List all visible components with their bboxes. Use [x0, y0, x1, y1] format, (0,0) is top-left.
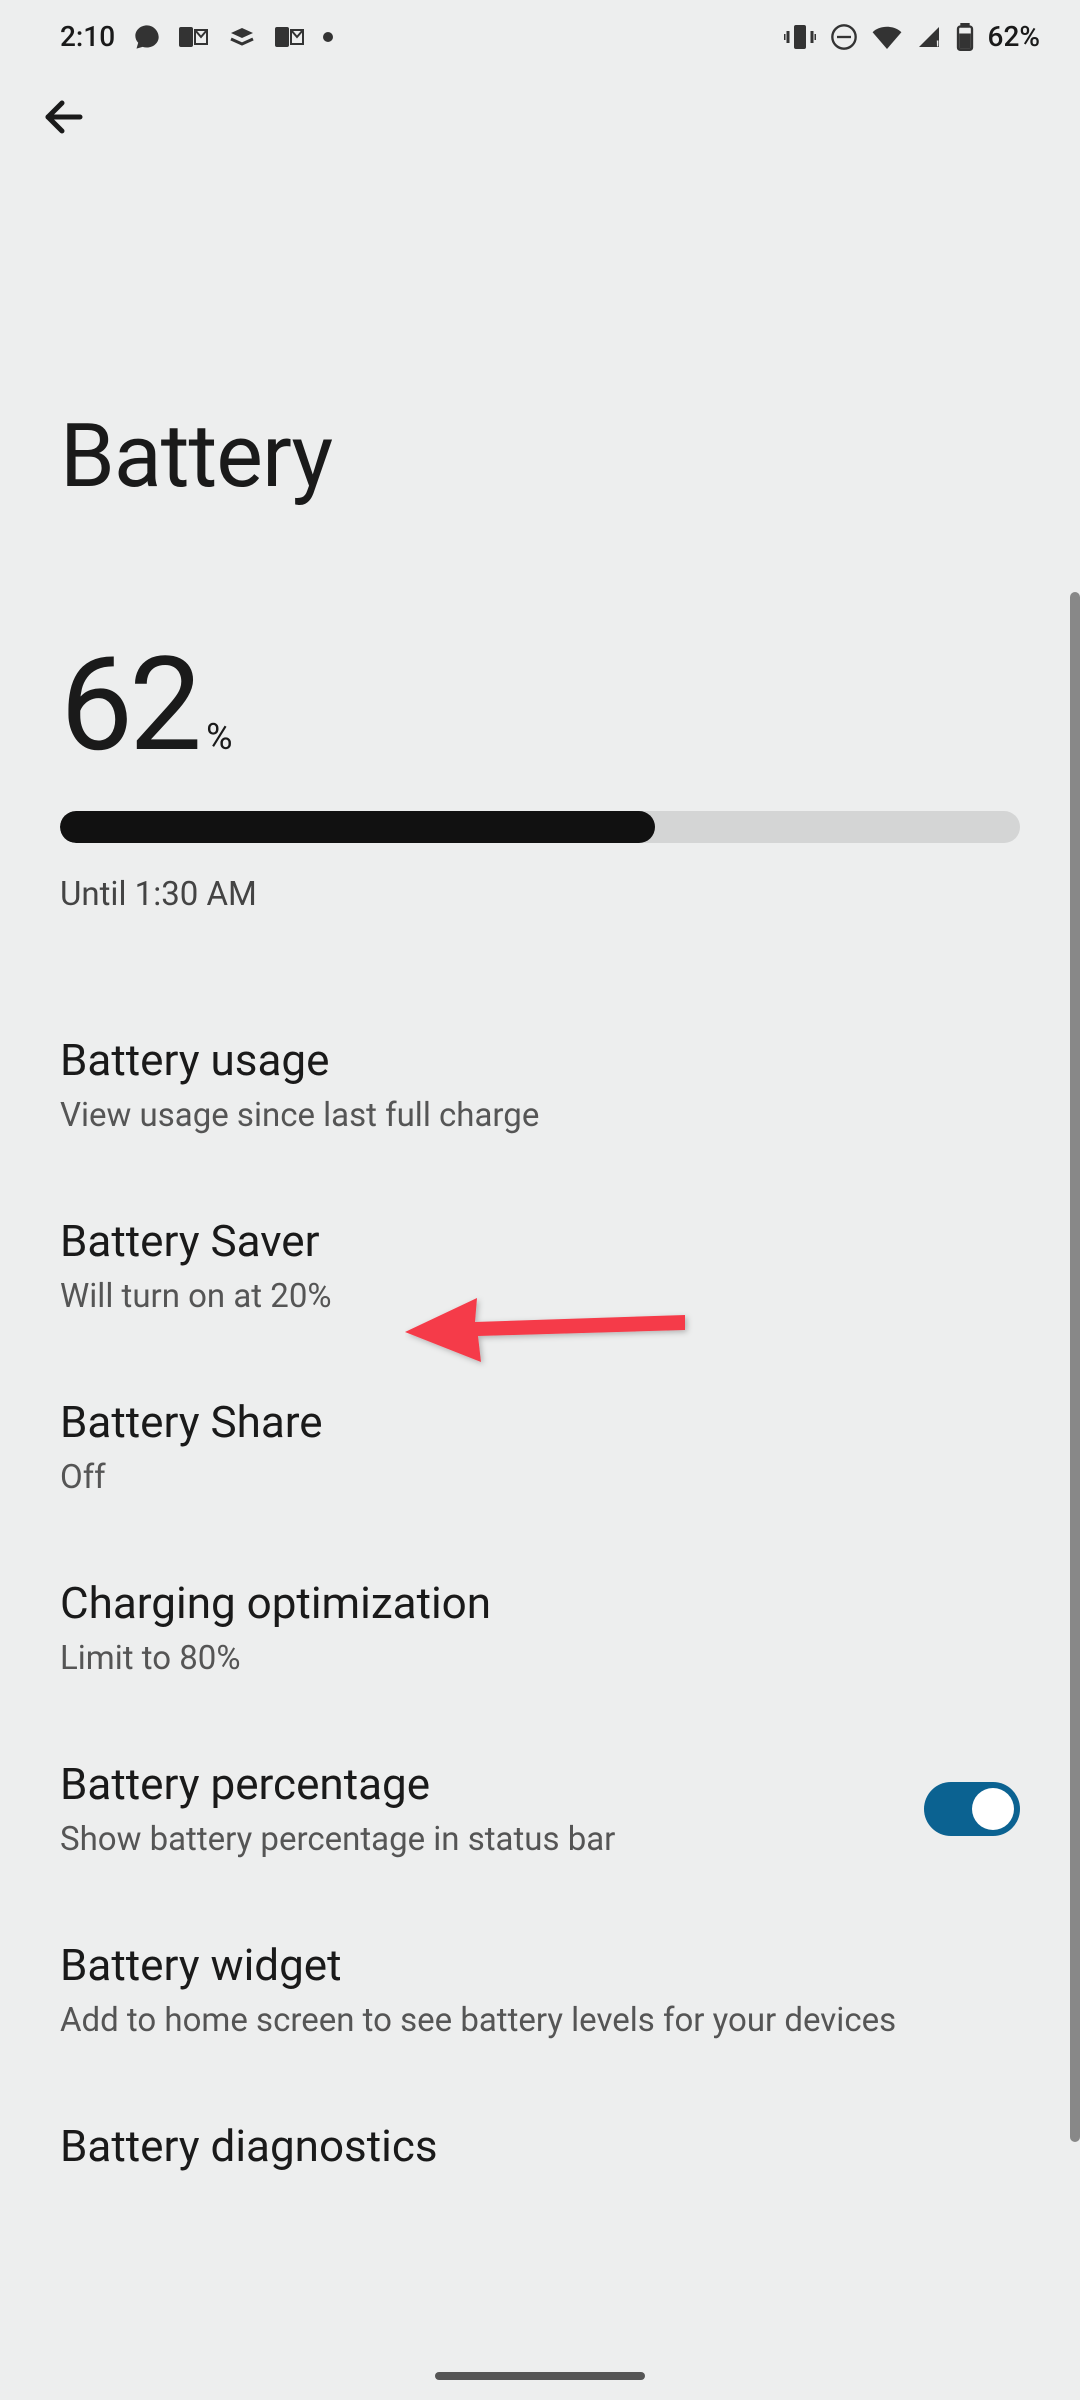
setting-title: Battery Share: [60, 1396, 1020, 1448]
status-bar: 2:10 ! 62%: [0, 0, 1080, 63]
setting-subtitle: Show battery percentage in status bar: [60, 1820, 924, 1859]
setting-title: Battery percentage: [60, 1758, 924, 1810]
outlook-icon-2: [275, 25, 305, 49]
app-icon-1: [227, 25, 257, 49]
status-time: 2:10: [60, 20, 115, 53]
page-title: Battery: [60, 405, 1020, 508]
setting-battery-widget[interactable]: Battery widget Add to home screen to see…: [60, 1899, 1020, 2080]
back-button[interactable]: [0, 63, 88, 145]
setting-subtitle: Limit to 80%: [60, 1639, 1020, 1678]
battery-value: 62: [60, 628, 198, 781]
setting-battery-diagnostics[interactable]: Battery diagnostics: [60, 2080, 1020, 2212]
battery-progress-bar: [60, 811, 1020, 843]
setting-battery-usage[interactable]: Battery usage View usage since last full…: [60, 994, 1020, 1175]
setting-title: Charging optimization: [60, 1577, 1020, 1629]
more-notifications-dot: [323, 32, 333, 42]
battery-percentage-display: 62 %: [60, 628, 1020, 781]
nav-handle[interactable]: [435, 2372, 645, 2380]
svg-text:!: !: [936, 38, 939, 49]
toggle-knob: [972, 1788, 1014, 1830]
vibrate-icon: [784, 23, 816, 51]
battery-percentage-toggle[interactable]: [924, 1782, 1020, 1836]
setting-charging-optimization[interactable]: Charging optimization Limit to 80%: [60, 1537, 1020, 1718]
battery-progress-fill: [60, 811, 655, 843]
outlook-icon: [179, 25, 209, 49]
setting-title: Battery usage: [60, 1034, 1020, 1086]
signal-icon: !: [916, 25, 942, 49]
setting-subtitle: View usage since last full charge: [60, 1096, 1020, 1135]
setting-subtitle: Off: [60, 1458, 1020, 1497]
wifi-icon: [872, 25, 902, 49]
dnd-icon: [830, 23, 858, 51]
setting-title: Battery diagnostics: [60, 2120, 1020, 2172]
setting-subtitle: Will turn on at 20%: [60, 1277, 1020, 1316]
setting-battery-saver[interactable]: Battery Saver Will turn on at 20%: [60, 1175, 1020, 1356]
setting-battery-share[interactable]: Battery Share Off: [60, 1356, 1020, 1537]
setting-title: Battery Saver: [60, 1215, 1020, 1267]
status-battery-text: 62%: [988, 20, 1040, 53]
setting-battery-percentage[interactable]: Battery percentage Show battery percenta…: [60, 1718, 1020, 1899]
setting-title: Battery widget: [60, 1939, 1020, 1991]
battery-until-text: Until 1:30 AM: [60, 875, 1020, 914]
battery-icon: [956, 23, 974, 51]
setting-subtitle: Add to home screen to see battery levels…: [60, 2001, 1020, 2040]
chat-icon: [133, 23, 161, 51]
battery-symbol: %: [206, 716, 232, 758]
scrollbar[interactable]: [1070, 592, 1080, 2142]
